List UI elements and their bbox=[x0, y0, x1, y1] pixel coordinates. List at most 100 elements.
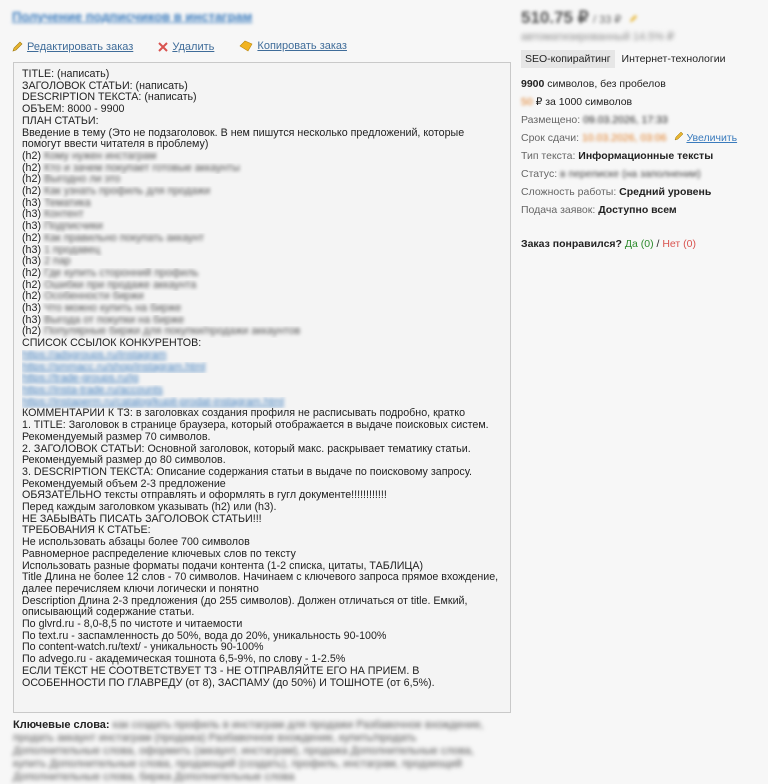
competitor-link[interactable]: https://instaperm.ru/catalog/kupit-proda… bbox=[22, 397, 284, 409]
desc-line: Рекомендуемый размер 70 символов. bbox=[22, 431, 211, 443]
plan-list: (h2) Кому нужен инстаграм (h2) Кто и зач… bbox=[22, 151, 502, 338]
desc-line: Рекомендуемый объем 2-3 предложение bbox=[22, 478, 226, 490]
plan-tag: (h2) bbox=[22, 186, 42, 198]
order-title[interactable]: Получение подписчиков в инстаграм bbox=[12, 9, 252, 24]
posted-value: 09.03.2026, 17:33 bbox=[583, 114, 668, 126]
status-label: Статус: bbox=[521, 168, 558, 180]
plan-text: Выгода от покупки на бирже bbox=[44, 314, 185, 326]
chars-row: 9900 символов, без пробелов bbox=[521, 76, 761, 92]
increase-deadline-link[interactable]: Увеличить bbox=[686, 132, 737, 144]
plan-tag: (h2) bbox=[22, 174, 42, 186]
edit-order-button[interactable]: Редактировать заказ bbox=[12, 41, 133, 53]
competitor-link-item: https://instaperm.ru/catalog/kupit-proda… bbox=[22, 397, 502, 409]
rate-value: 50 bbox=[521, 96, 533, 108]
desc-line: Равномерное распределение ключевых слов … bbox=[22, 548, 296, 560]
description-length-rule: Description Длина 2-3 предложения (до 25… bbox=[22, 594, 468, 619]
plan-text: Что можно купить на бирже bbox=[44, 303, 182, 315]
plan-item: (h2) Как узнать профиль для продажи bbox=[22, 186, 502, 198]
plan-tag: (h2) bbox=[22, 267, 42, 279]
plan-text: Кто и зачем покупает готовые аккаунты bbox=[44, 162, 240, 174]
liked-label: Заказ понравился? bbox=[521, 238, 622, 250]
desc-line: 2. ЗАГОЛОВОК СТАТЬИ: Основной заголовок,… bbox=[22, 443, 471, 455]
deadline-value: 10.03.2026, 03:06 bbox=[581, 132, 667, 144]
desc-line: ОБЯЗАТЕЛЬНО тексты отправлять и оформлят… bbox=[22, 490, 387, 502]
plan-text: Популярные биржи для покупки/продажи акк… bbox=[44, 326, 301, 338]
plan-tag: (h3) bbox=[22, 221, 42, 233]
competitor-link-item: https://adsgroups.ru/instagram bbox=[22, 350, 502, 362]
plan-item: (h3) Что можно купить на бирже bbox=[22, 303, 502, 315]
plan-text: 2 пар bbox=[44, 256, 71, 268]
plan-text: Где купить сторонний профиль bbox=[44, 267, 199, 279]
competitor-link[interactable]: https://trade-groups.ru/ig bbox=[22, 373, 138, 385]
plan-item: (h2) Кому нужен инстаграм bbox=[22, 151, 502, 163]
plan-item: (h3) Подписчики bbox=[22, 221, 502, 233]
delete-order-button[interactable]: Удалить bbox=[158, 41, 214, 53]
plan-tag: (h3) bbox=[22, 197, 42, 209]
type-value: Информационные тексты bbox=[578, 150, 714, 162]
edit-price-icon[interactable] bbox=[629, 14, 638, 23]
plan-text: Контент bbox=[44, 209, 84, 221]
deadline-label: Срок сдачи: bbox=[521, 132, 580, 144]
chars-value: 9900 bbox=[521, 78, 545, 90]
desc-line: ТРЕБОВАНИЯ К СТАТЬЕ: bbox=[22, 525, 151, 537]
plan-text: Кому нужен инстаграм bbox=[44, 150, 157, 162]
desc-line: НЕ ЗАБЫВАТЬ ПИСАТЬ ЗАГОЛОВОК СТАТЬИ!!! bbox=[22, 513, 262, 525]
competitor-link-item: https://trade-groups.ru/ig bbox=[22, 373, 502, 385]
edit-order-label: Редактировать заказ bbox=[27, 40, 134, 53]
plan-tag: (h2) bbox=[22, 279, 42, 291]
delete-order-label: Удалить bbox=[172, 41, 215, 53]
category-row: SEO-копирайтинг Интернет-технологии bbox=[521, 50, 761, 68]
competitor-link[interactable]: https://insta-trade.ru/accounts bbox=[22, 385, 163, 397]
posted-row: Размещено: 09.03.2026, 17:33 bbox=[521, 112, 761, 128]
like-yes-button[interactable]: Да (0) bbox=[625, 238, 654, 250]
pencil-icon bbox=[12, 41, 23, 52]
copy-icon bbox=[239, 40, 253, 52]
plan-item: (h3) Выгода от покупки на бирже bbox=[22, 315, 502, 327]
plan-text: Особенности биржи bbox=[44, 291, 144, 303]
delete-icon bbox=[158, 42, 169, 52]
plan-item: (h3) 2 пар bbox=[22, 256, 502, 268]
desc-title-line: TITLE: (написать) bbox=[22, 69, 110, 80]
plan-item: (h2) Ошибки при продаже аккаунта bbox=[22, 280, 502, 292]
desc-line: КОММЕНТАРИЙ К ТЗ: в заголовках создания … bbox=[22, 408, 466, 420]
plan-text: Ошибки при продаже аккаунта bbox=[44, 279, 197, 291]
price-line: 510.75 ₽ / 33 ₽ bbox=[521, 8, 674, 28]
desc-description-line: DESCRIPTION ТЕКСТА: (написать) bbox=[22, 92, 197, 104]
price-subtext: автоматизированный 14.5% ₽ bbox=[521, 31, 675, 43]
like-no-button[interactable]: Нет (0) bbox=[662, 238, 696, 250]
rate-row: 50 ₽ за 1000 символов bbox=[521, 94, 761, 110]
quality-line: По glvrd.ru - 8,0-8,5 по чистоте и читае… bbox=[22, 619, 243, 631]
plan-item: (h2) Особенности биржи bbox=[22, 291, 502, 303]
competitors-label: СПИСОК ССЫЛОК КОНКУРЕНТОВ: bbox=[22, 338, 202, 350]
competitor-link-item: https://smmacc.ru/shop/instagram.html bbox=[22, 362, 502, 374]
copy-order-label: Копировать заказ bbox=[257, 40, 347, 52]
plan-item: (h2) Популярные биржи для покупки/продаж… bbox=[22, 326, 502, 338]
posted-label: Размещено: bbox=[521, 114, 581, 126]
desc-line: Перед каждым заголовком указывать (h2) и… bbox=[22, 502, 277, 514]
desc-heading-line: ЗАГОЛОВОК СТАТЬИ: (написать) bbox=[22, 80, 188, 92]
plan-tag: (h3) bbox=[22, 314, 42, 326]
plan-tag: (h2) bbox=[22, 232, 42, 244]
chars-text: символов, без пробелов bbox=[547, 78, 666, 90]
desc-line: 3. DESCRIPTION ТЕКСТА: Описание содержан… bbox=[22, 466, 472, 478]
status-value: в переписке (на заполнении) bbox=[560, 168, 701, 180]
category-tag[interactable]: SEO-копирайтинг bbox=[521, 50, 615, 68]
plan-text: Подписчики bbox=[44, 221, 103, 233]
quality-line: По content-watch.ru/text/ - уникальность… bbox=[22, 642, 264, 654]
quality-line: По text.ru - заспамленность до 50%, вода… bbox=[22, 630, 387, 642]
order-price: 510.75 ₽ bbox=[521, 8, 589, 27]
competitor-link[interactable]: https://smmacc.ru/shop/instagram.html bbox=[22, 362, 206, 374]
competitor-link[interactable]: https://adsgroups.ru/instagram bbox=[22, 350, 166, 362]
liked-row: Заказ понравился? Да (0) / Нет (0) bbox=[521, 236, 761, 252]
keywords-label: Ключевые слова: bbox=[13, 719, 110, 731]
price-box: 510.75 ₽ / 33 ₽ автоматизированный 14.5%… bbox=[521, 8, 674, 43]
plan-item: (h3) Тематика bbox=[22, 198, 502, 210]
plan-tag: (h2) bbox=[22, 291, 42, 303]
copy-order-button[interactable]: Копировать заказ bbox=[239, 40, 347, 52]
desc-intro: Введение в тему (Это не подзаголовок. В … bbox=[22, 126, 465, 151]
desc-plan-line: ПЛАН СТАТЬИ: bbox=[22, 115, 99, 127]
plan-tag: (h3) bbox=[22, 244, 42, 256]
plan-tag: (h2) bbox=[22, 150, 42, 162]
plan-item: (h3) Контент bbox=[22, 209, 502, 221]
warning-text: ЕСЛИ ТЕКСТ НЕ СООТВЕТСТВУЕТ ТЗ - НЕ ОТПР… bbox=[22, 664, 435, 689]
